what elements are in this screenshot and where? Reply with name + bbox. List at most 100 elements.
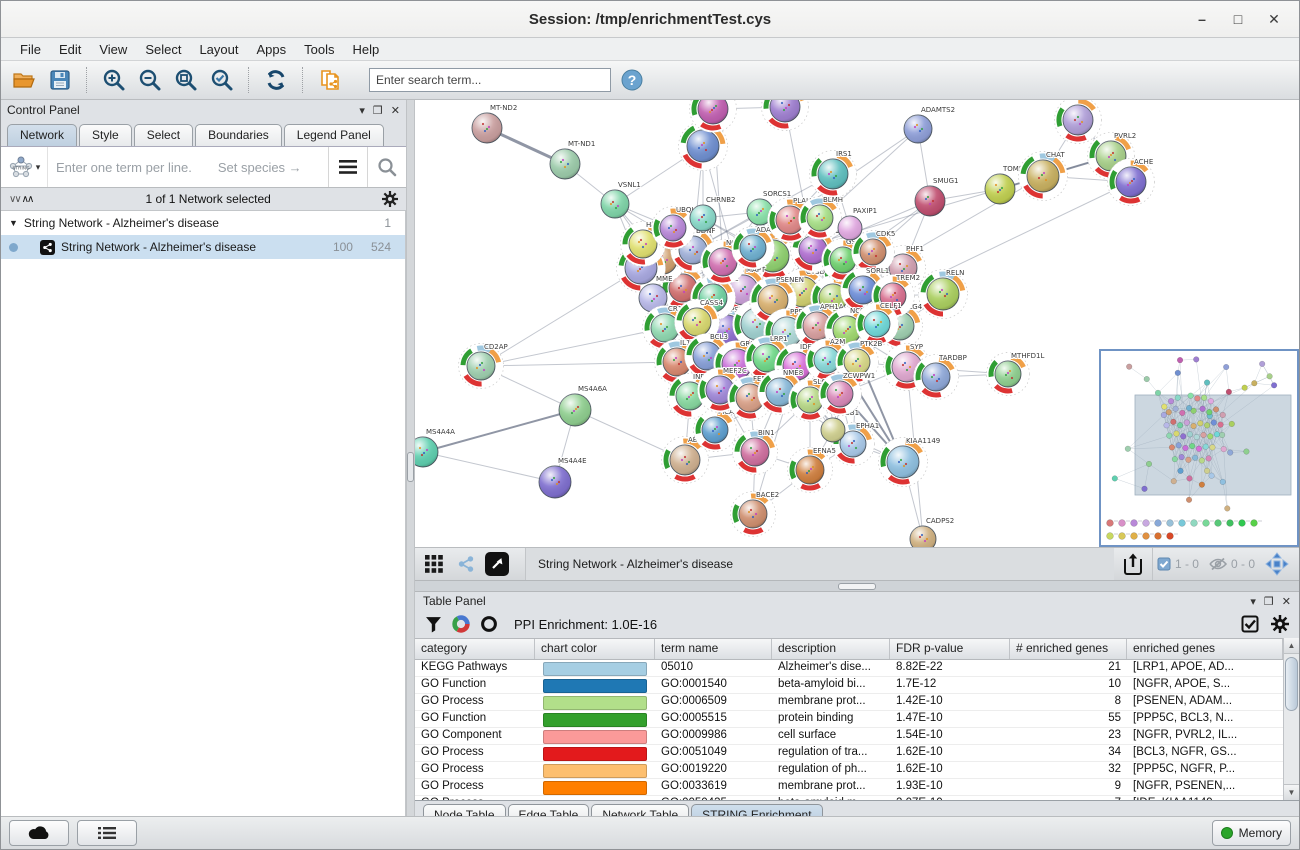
- collapse-all-icon[interactable]: ∨∨: [9, 194, 20, 205]
- splitter-grip[interactable]: [838, 583, 876, 590]
- search-input[interactable]: [369, 68, 611, 92]
- panel-splitter-horizontal[interactable]: [415, 580, 1299, 592]
- tab-network[interactable]: Network: [7, 124, 77, 146]
- column-header-chart-color[interactable]: chart color: [535, 639, 655, 659]
- scroll-down-button[interactable]: ▼: [1284, 784, 1299, 800]
- table-scrollbar-vertical[interactable]: ▲ ▼: [1283, 638, 1299, 800]
- network-collection-row[interactable]: ▼ String Network - Alzheimer's disease 1: [1, 211, 405, 235]
- network-node[interactable]: MS4A6A: [559, 385, 607, 426]
- minimize-icon[interactable]: –: [1191, 11, 1213, 28]
- table-row[interactable]: GO ProcessGO:0006509membrane prot...1.42…: [415, 694, 1283, 711]
- tab-style[interactable]: Style: [79, 124, 132, 146]
- network-node[interactable]: EFNA5: [788, 447, 836, 493]
- network-node[interactable]: IRS1: [810, 150, 857, 198]
- table-row[interactable]: GO ProcessGO:0051049regulation of tra...…: [415, 745, 1283, 762]
- hidden-elements-badge[interactable]: 0 - 0: [1209, 557, 1255, 571]
- panel-menu-icon[interactable]: ▾: [359, 104, 365, 117]
- splitter-grip[interactable]: [407, 452, 414, 482]
- column-header-FDR-p-value[interactable]: FDR p-value: [890, 639, 1010, 659]
- string-options-button[interactable]: [328, 147, 367, 187]
- menu-item-layout[interactable]: Layout: [190, 40, 247, 59]
- string-query-input[interactable]: Enter one term per line. Set species →: [48, 147, 328, 187]
- table-row[interactable]: GO ProcessGO:0019220regulation of ph...1…: [415, 762, 1283, 779]
- network-node[interactable]: RELN: [919, 269, 968, 319]
- clone-network-button[interactable]: [315, 65, 345, 95]
- panel-close-icon[interactable]: ✕: [391, 104, 400, 117]
- enrichment-chart-icon[interactable]: [452, 615, 470, 633]
- network-node[interactable]: CHRNB2: [690, 196, 736, 231]
- network-node[interactable]: CHAT: [1019, 151, 1068, 201]
- zoom-out-button[interactable]: [135, 65, 165, 95]
- ring-chart-icon[interactable]: [480, 615, 498, 633]
- table-row[interactable]: GO ComponentGO:0009986cell surface1.54E-…: [415, 728, 1283, 745]
- network-node[interactable]: MTHFD1L: [987, 352, 1045, 396]
- network-node[interactable]: MT-ND1: [550, 140, 595, 179]
- tab-boundaries[interactable]: Boundaries: [195, 124, 282, 146]
- network-node[interactable]: BIN1: [733, 429, 778, 475]
- network-canvas[interactable]: MT-ND2MT-ND1VSNL1GAB2ADAMTS2PVRL2TOMM40S…: [415, 100, 1299, 547]
- memory-button[interactable]: Memory: [1212, 820, 1291, 846]
- grid-view-button[interactable]: [421, 551, 447, 577]
- column-header-enriched-genes[interactable]: enriched genes: [1127, 639, 1283, 659]
- zoom-fit-button[interactable]: [171, 65, 201, 95]
- share-view-button[interactable]: [453, 551, 479, 577]
- scrollbar-thumb[interactable]: [1285, 657, 1298, 711]
- table-row[interactable]: KEGG Pathways05010Alzheimer's dise...8.8…: [415, 660, 1283, 677]
- menu-item-edit[interactable]: Edit: [50, 40, 90, 59]
- network-node[interactable]: [1055, 100, 1102, 144]
- tree-expander-icon[interactable]: ▼: [9, 218, 18, 228]
- zoom-in-button[interactable]: [99, 65, 129, 95]
- column-header-description[interactable]: description: [772, 639, 890, 659]
- close-icon[interactable]: ✕: [1263, 11, 1285, 28]
- table-row[interactable]: GO ProcessGO:0033619membrane prot...1.93…: [415, 779, 1283, 796]
- expand-all-icon[interactable]: ∧∧: [22, 194, 33, 205]
- network-row[interactable]: String Network - Alzheimer's disease 100…: [1, 235, 405, 259]
- column-header-enriched-genes[interactable]: # enriched genes: [1010, 639, 1127, 659]
- table-row[interactable]: GO FunctionGO:0005515protein binding1.47…: [415, 711, 1283, 728]
- maximize-icon[interactable]: □: [1227, 11, 1249, 28]
- table-row[interactable]: GO FunctionGO:0001540beta-amyloid bi...1…: [415, 677, 1283, 694]
- export-view-button[interactable]: [1120, 551, 1146, 577]
- menu-item-file[interactable]: File: [11, 40, 50, 59]
- gear-icon[interactable]: [382, 191, 398, 207]
- selected-nodes-badge[interactable]: 1 - 0: [1157, 557, 1199, 571]
- network-node[interactable]: MS4A4E: [539, 457, 587, 498]
- menu-item-select[interactable]: Select: [136, 40, 190, 59]
- panel-float-icon[interactable]: ❒: [373, 104, 383, 117]
- panel-menu-icon[interactable]: ▾: [1250, 595, 1256, 608]
- network-node[interactable]: CD2AP: [459, 343, 508, 389]
- gear-icon[interactable]: [1271, 615, 1289, 633]
- help-button[interactable]: ?: [617, 65, 647, 95]
- panel-splitter-vertical[interactable]: [406, 100, 415, 816]
- network-node[interactable]: MS4A4A: [415, 428, 455, 467]
- network-node[interactable]: ADAMTS2: [904, 106, 955, 143]
- menu-item-view[interactable]: View: [90, 40, 136, 59]
- cloud-tasks-button[interactable]: [9, 820, 69, 846]
- tab-legend-panel[interactable]: Legend Panel: [284, 124, 384, 146]
- network-node[interactable]: KIAA1149: [879, 437, 941, 487]
- panel-close-icon[interactable]: ✕: [1282, 595, 1291, 608]
- network-node[interactable]: MT-ND2: [472, 104, 517, 143]
- filter-icon[interactable]: [425, 616, 442, 633]
- detach-view-button[interactable]: [485, 552, 509, 576]
- select-all-checkbox-icon[interactable]: [1241, 615, 1259, 633]
- task-history-button[interactable]: [77, 820, 137, 846]
- menu-item-tools[interactable]: Tools: [295, 40, 343, 59]
- string-protein-query-button[interactable]: STRING ▾: [1, 147, 48, 187]
- open-session-button[interactable]: [9, 65, 39, 95]
- network-node[interactable]: TARDBP: [914, 354, 967, 400]
- scroll-up-button[interactable]: ▲: [1284, 638, 1299, 654]
- column-header-category[interactable]: category: [415, 639, 535, 659]
- network-node[interactable]: BACE2: [731, 491, 780, 537]
- zoom-selected-button[interactable]: [207, 65, 237, 95]
- network-node[interactable]: SMUG1: [915, 177, 958, 216]
- network-node[interactable]: CADPS2: [910, 517, 954, 547]
- pan-navigation-icon[interactable]: [1265, 552, 1289, 576]
- network-node[interactable]: ZCWPW1: [819, 372, 876, 416]
- tab-select[interactable]: Select: [134, 124, 193, 146]
- menu-item-apps[interactable]: Apps: [248, 40, 296, 59]
- column-header-term-name[interactable]: term name: [655, 639, 772, 659]
- refresh-network-button[interactable]: [261, 65, 291, 95]
- panel-float-icon[interactable]: ❒: [1264, 595, 1274, 608]
- save-session-button[interactable]: [45, 65, 75, 95]
